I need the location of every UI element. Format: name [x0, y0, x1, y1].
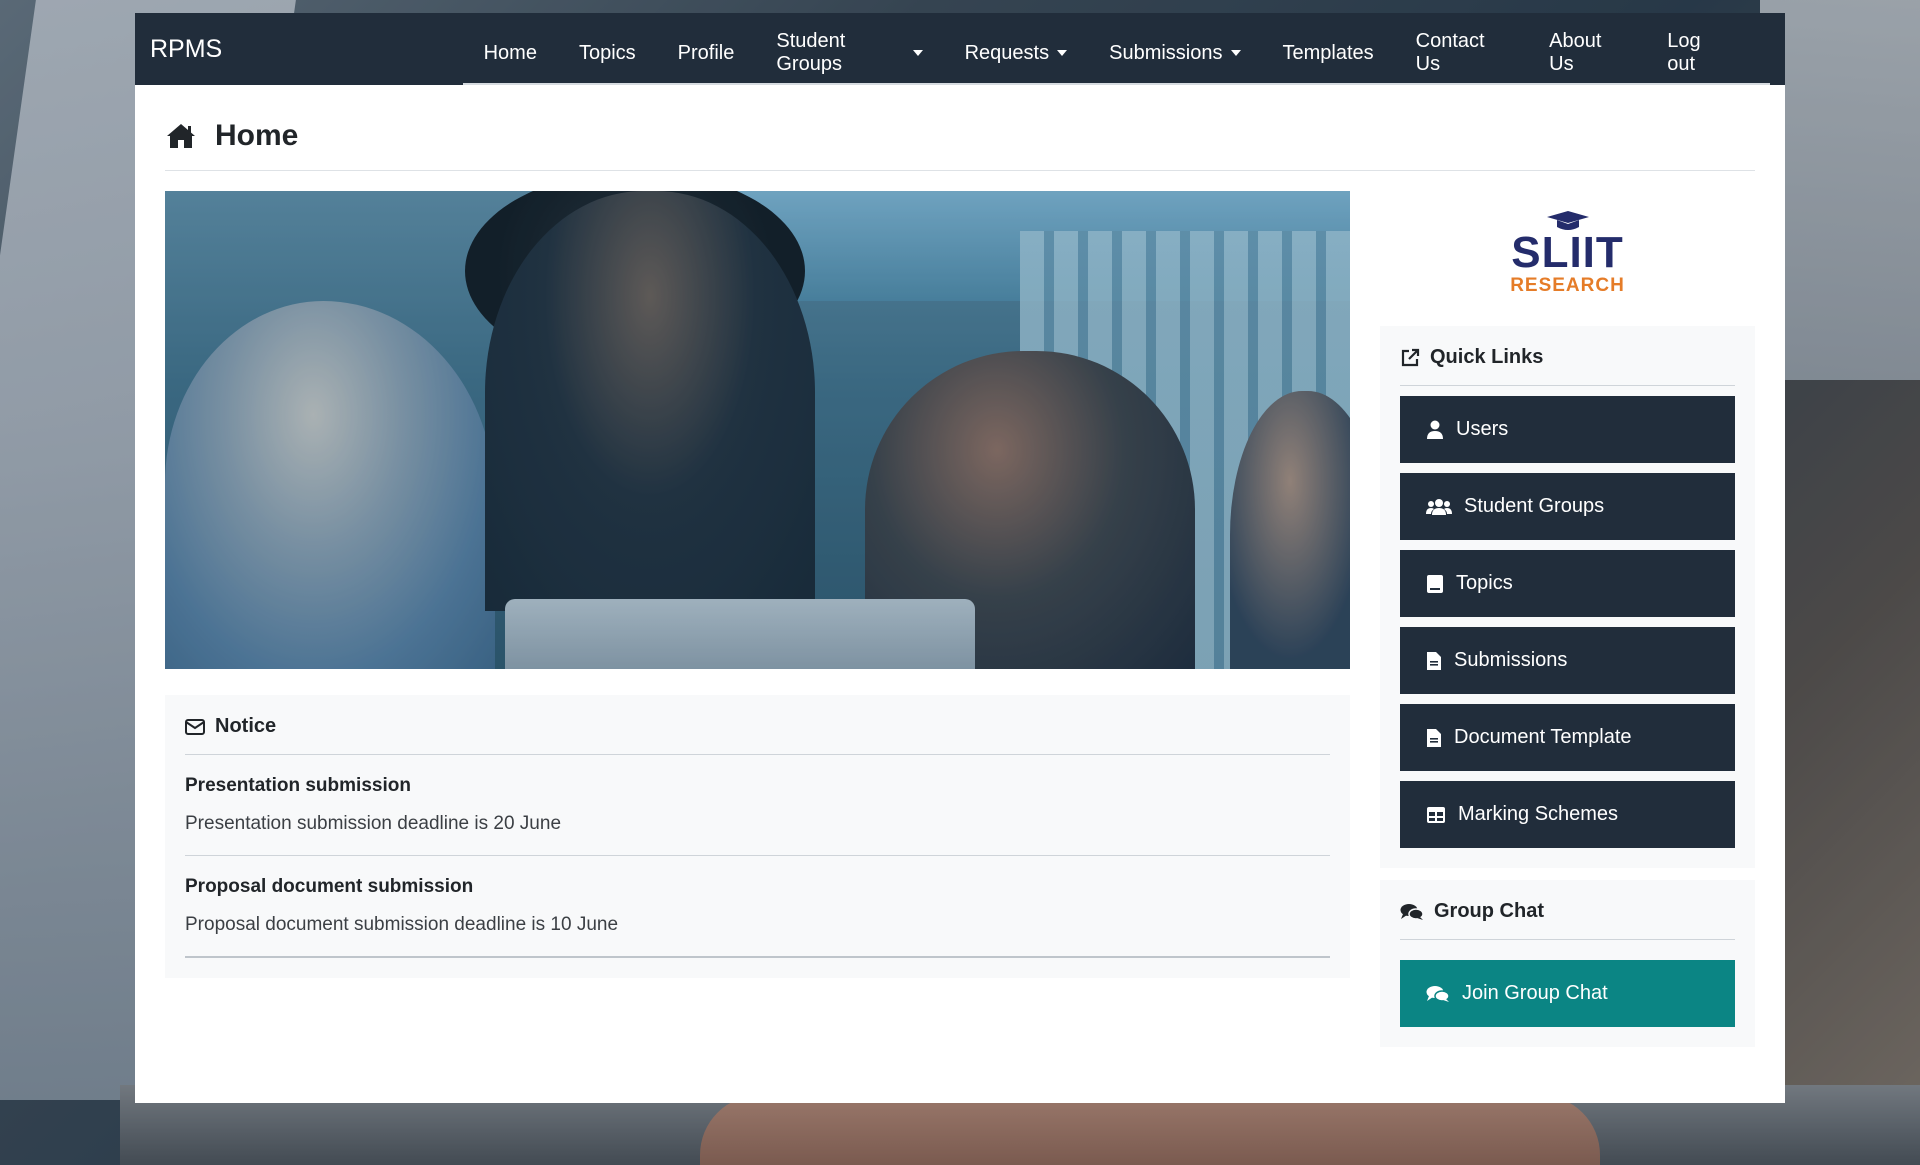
quick-links-title: Quick Links [1430, 346, 1544, 368]
quick-link-label: Submissions [1454, 649, 1568, 671]
envelope-icon [185, 718, 205, 735]
quick-link-label: Topics [1456, 572, 1513, 594]
nav-item-submissions[interactable]: Submissions [1088, 42, 1261, 65]
nav-item-label: Log out [1667, 30, 1701, 75]
quick-link-users[interactable]: Users [1400, 396, 1735, 463]
user-icon [1427, 420, 1443, 439]
quick-links-card: Quick Links Users Student Groups Topics … [1380, 326, 1755, 868]
nav-item-student-groups[interactable]: Student Groups [755, 30, 943, 76]
main-container: RPMS Home Topics Profile Student Groups … [135, 13, 1785, 1103]
nav-item-label: Requests [964, 41, 1050, 64]
group-chat-title: Group Chat [1434, 900, 1544, 922]
nav-item-label: Contact Us [1415, 30, 1485, 75]
nav-item-label: Profile [677, 41, 735, 64]
notice-item: Presentation submission Presentation sub… [185, 755, 1330, 856]
join-group-chat-label: Join Group Chat [1462, 982, 1608, 1004]
quick-links-header: Quick Links [1400, 346, 1735, 386]
navbar: RPMS Home Topics Profile Student Groups … [135, 13, 1785, 85]
quick-link-label: Users [1456, 418, 1509, 440]
page-title: Home [215, 118, 299, 152]
notice-item: Proposal document submission Proposal do… [185, 856, 1330, 958]
caret-down-icon [912, 50, 923, 56]
book-icon [1427, 574, 1443, 593]
home-icon [167, 123, 195, 148]
notice-card: Notice Presentation submission Presentat… [165, 695, 1350, 978]
nav-item-label: About Us [1549, 30, 1602, 75]
page-header: Home [165, 115, 1755, 171]
group-chat-header: Group Chat [1400, 900, 1735, 940]
comments-icon [1426, 985, 1450, 1002]
nav-item-label: Templates [1282, 41, 1374, 64]
nav-item-label: Home [483, 41, 537, 64]
table-icon [1427, 806, 1445, 823]
group-chat-card: Group Chat Join Group Chat [1380, 880, 1755, 1047]
quick-link-student-groups[interactable]: Student Groups [1400, 473, 1735, 540]
quick-link-label: Document Template [1454, 726, 1632, 748]
nav-menu: Home Topics Profile Student Groups Reque… [462, 23, 1770, 85]
quick-link-submissions[interactable]: Submissions [1400, 627, 1735, 694]
nav-item-label: Student Groups [776, 30, 846, 75]
logo-main-text: SLIIT [1511, 227, 1624, 277]
nav-item-topics[interactable]: Topics [558, 42, 657, 65]
brand-logo[interactable]: RPMS [150, 35, 463, 64]
caret-down-icon [1230, 50, 1241, 56]
logo-sub-text: RESEARCH [1510, 274, 1625, 296]
external-link-icon [1401, 348, 1420, 366]
quick-link-document-template[interactable]: Document Template [1400, 704, 1735, 771]
notice-title: Notice [215, 715, 277, 737]
quick-link-topics[interactable]: Topics [1400, 550, 1735, 617]
comments-icon [1400, 903, 1424, 920]
notice-item-text: Presentation submission deadline is 20 J… [185, 813, 562, 834]
users-icon [1426, 498, 1452, 515]
hero-image [165, 191, 1350, 669]
file-icon [1427, 651, 1441, 670]
notice-item-text: Proposal document submission deadline is… [185, 914, 619, 935]
caret-down-icon [1057, 50, 1068, 56]
nav-item-home[interactable]: Home [463, 42, 558, 65]
nav-item-log-out[interactable]: Log out [1646, 30, 1750, 76]
notice-item-title: Presentation submission [185, 775, 411, 796]
nav-item-label: Submissions [1109, 41, 1223, 64]
nav-item-about-us[interactable]: About Us [1528, 30, 1646, 76]
join-group-chat-button[interactable]: Join Group Chat [1400, 960, 1735, 1027]
nav-item-profile[interactable]: Profile [657, 42, 756, 65]
nav-item-requests[interactable]: Requests [944, 42, 1089, 65]
quick-link-marking-schemes[interactable]: Marking Schemes [1400, 781, 1735, 848]
notice-header: Notice [185, 715, 1330, 755]
nav-item-label: Topics [578, 41, 636, 64]
notice-item-title: Proposal document submission [185, 876, 474, 897]
sliit-research-logo: SLIIT RESEARCH [1380, 191, 1755, 316]
file-icon [1427, 728, 1441, 747]
nav-item-templates[interactable]: Templates [1262, 42, 1395, 65]
nav-item-contact-us[interactable]: Contact Us [1395, 30, 1529, 76]
quick-link-label: Marking Schemes [1458, 803, 1619, 825]
quick-link-label: Student Groups [1464, 495, 1605, 517]
